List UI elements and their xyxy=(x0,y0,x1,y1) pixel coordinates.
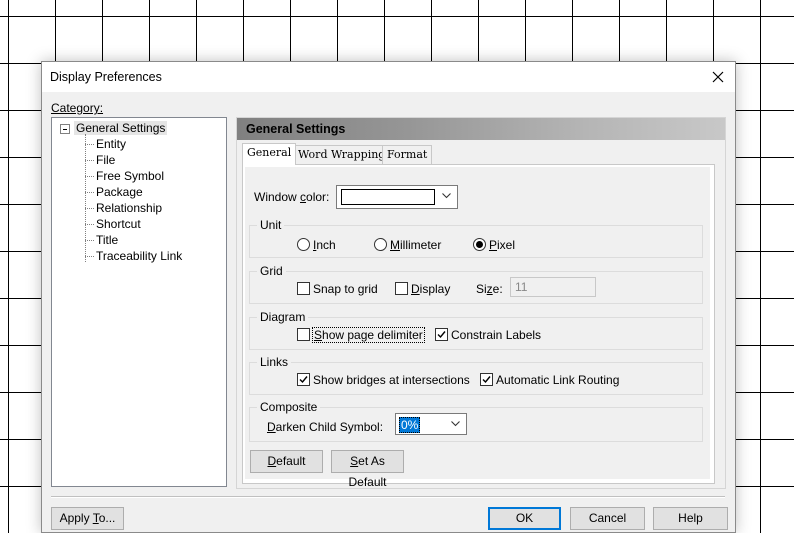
snap-to-grid-checkbox[interactable] xyxy=(297,282,310,295)
close-button[interactable] xyxy=(701,62,735,92)
general-tab-body: Window color: Unit Inch Millimeter Pixel… xyxy=(245,167,710,489)
default-button[interactable]: Default xyxy=(250,450,323,473)
links-group-label: Links xyxy=(257,355,292,369)
close-icon xyxy=(712,71,724,83)
snap-to-grid-label: Snap to grid xyxy=(313,282,378,296)
panel-header: General Settings xyxy=(237,118,725,140)
category-tree[interactable]: General Settings Entity File Free Symbol… xyxy=(51,117,227,487)
window-color-label: Window color: xyxy=(254,190,330,204)
darken-child-symbol-label: Darken Child Symbol: xyxy=(267,420,384,434)
chevron-down-icon xyxy=(442,193,451,199)
footer-separator xyxy=(51,496,725,498)
minus-box-icon[interactable] xyxy=(60,124,70,134)
tab-word-wrapping[interactable]: Word Wrapping xyxy=(293,145,391,164)
tree-item-label: Traceability Link xyxy=(96,249,183,263)
dialog-title: Display Preferences xyxy=(50,70,162,84)
category-label: Category: xyxy=(51,101,104,115)
window-color-swatch xyxy=(341,189,435,205)
tree-item-label: Relationship xyxy=(96,201,163,215)
darken-child-symbol-combo[interactable]: 0% xyxy=(395,413,467,435)
darken-child-symbol-value: 0% xyxy=(399,417,421,433)
grid-size-label: Size: xyxy=(476,282,503,296)
set-as-default-button[interactable]: Set As Default xyxy=(331,450,404,489)
checkmark-icon xyxy=(299,376,308,384)
tab-general[interactable]: General xyxy=(242,143,297,165)
display-grid-checkbox[interactable] xyxy=(395,282,408,295)
composite-group-label: Composite xyxy=(257,400,321,414)
window-color-combo[interactable] xyxy=(336,185,458,209)
radio-inch-label: Inch xyxy=(313,238,336,252)
checkmark-icon xyxy=(437,331,446,339)
tree-item-label: Shortcut xyxy=(96,217,141,231)
display-grid-label: Display xyxy=(411,282,451,296)
radio-pixel[interactable] xyxy=(473,238,486,251)
unit-group-label: Unit xyxy=(257,218,285,232)
radio-millimeter-label: Millimeter xyxy=(390,238,442,252)
apply-to-button[interactable]: Apply To... xyxy=(51,507,124,530)
panel-header-title: General Settings xyxy=(246,122,346,136)
ok-button[interactable]: OK xyxy=(488,507,561,530)
show-page-delimiter-label: Show page delimiter xyxy=(312,327,425,343)
chevron-down-icon xyxy=(451,421,460,427)
grid-size-input[interactable]: 11 xyxy=(510,277,596,297)
tree-connector xyxy=(85,134,86,262)
automatic-link-routing-label: Automatic Link Routing xyxy=(496,373,620,387)
radio-inch[interactable] xyxy=(297,238,310,251)
display-preferences-dialog: Display Preferences Category: General Se… xyxy=(41,61,736,533)
tab-format[interactable]: Format xyxy=(382,145,433,164)
settings-panel: General Settings General Word Wrapping F… xyxy=(236,117,726,489)
tree-item-label: Package xyxy=(96,185,143,199)
automatic-link-routing-checkbox[interactable] xyxy=(480,373,493,386)
constrain-labels-checkbox[interactable] xyxy=(435,328,448,341)
constrain-labels-label: Constrain Labels xyxy=(451,328,542,342)
show-bridges-label: Show bridges at intersections xyxy=(313,373,470,387)
diagram-group-label: Diagram xyxy=(257,310,309,324)
grid-group-label: Grid xyxy=(257,264,286,278)
radio-millimeter[interactable] xyxy=(374,238,387,251)
tree-item-label: Free Symbol xyxy=(96,169,165,183)
tree-root-label: General Settings xyxy=(74,121,168,135)
help-button[interactable]: Help xyxy=(653,507,728,530)
tab-content-general: Window color: Unit Inch Millimeter Pixel… xyxy=(242,164,715,489)
show-bridges-checkbox[interactable] xyxy=(297,373,310,386)
grid-size-value: 11 xyxy=(515,280,528,294)
show-page-delimiter-checkbox[interactable] xyxy=(297,328,310,341)
cancel-button[interactable]: Cancel xyxy=(570,507,645,530)
tree-item-label: Entity xyxy=(96,137,127,151)
title-bar: Display Preferences xyxy=(42,62,735,92)
tree-item-label: File xyxy=(96,153,116,167)
radio-pixel-label: Pixel xyxy=(489,238,516,252)
tree-item-label: Title xyxy=(96,233,119,247)
checkmark-icon xyxy=(482,376,491,384)
